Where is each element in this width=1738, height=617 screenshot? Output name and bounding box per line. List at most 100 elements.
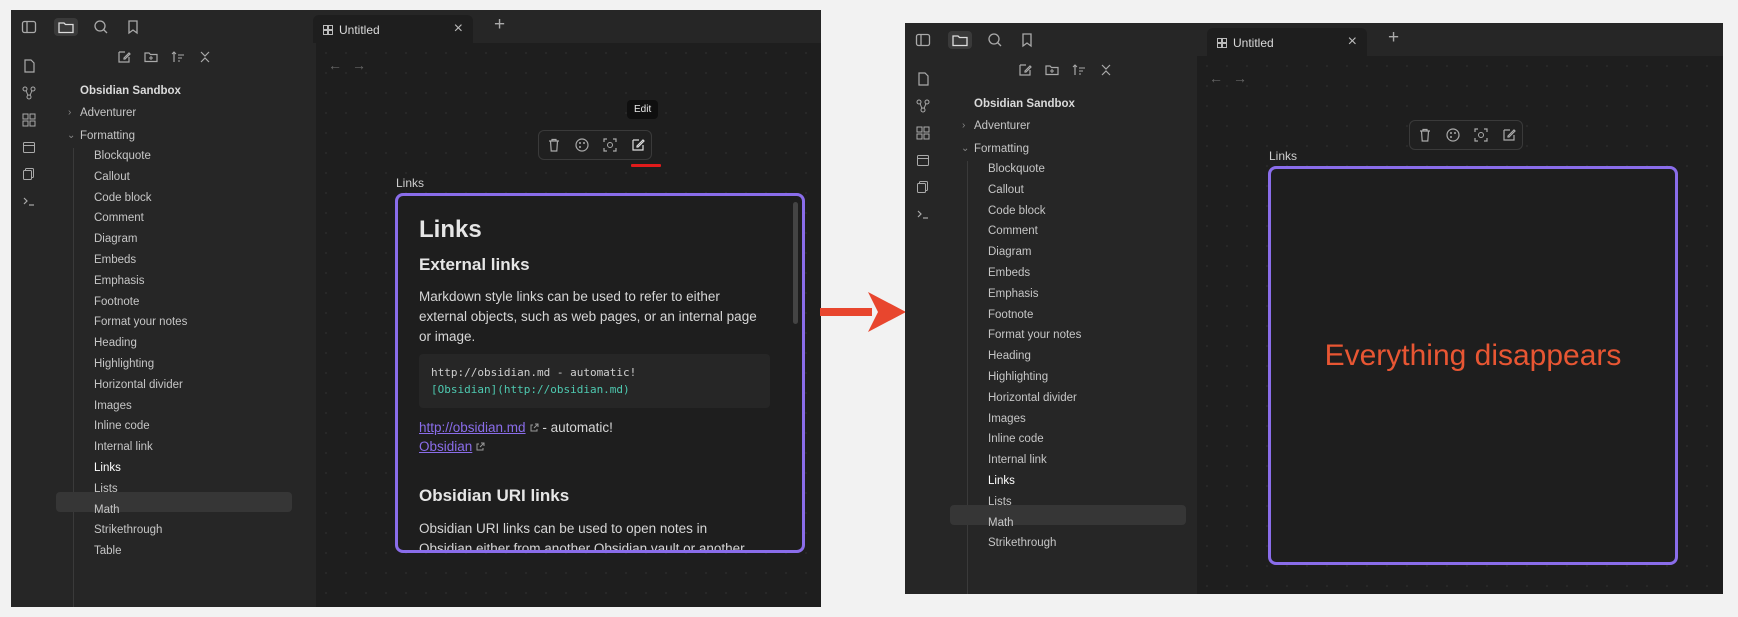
folder-adventurer[interactable]: Adventurer [974,120,1030,132]
tab-untitled[interactable]: Untitled × [313,15,473,44]
canvas-icon[interactable] [915,125,931,141]
edit-icon[interactable] [629,136,647,154]
templates-icon[interactable] [915,179,931,195]
sidebar-toggle-icon[interactable] [914,31,932,49]
file-item[interactable]: Embeds [94,254,136,266]
file-item[interactable]: Callout [94,171,130,183]
folder-icon[interactable] [54,18,78,36]
new-folder-icon[interactable] [143,49,159,65]
node-toolbar [1409,120,1523,150]
file-item[interactable]: Math [94,504,120,516]
file-item[interactable]: Diagram [988,246,1031,258]
command-palette-icon[interactable] [915,206,931,222]
command-palette-icon[interactable] [21,193,37,209]
edit-icon[interactable] [1500,126,1518,144]
sort-icon[interactable] [170,49,186,65]
close-icon[interactable]: × [1348,33,1357,51]
trash-icon[interactable] [1416,126,1434,144]
file-item[interactable]: Horizontal divider [988,392,1077,404]
folder-icon[interactable] [948,31,972,49]
file-item[interactable]: Emphasis [988,288,1039,300]
file-item[interactable]: Lists [988,496,1012,508]
file-item[interactable]: Callout [988,184,1024,196]
open-quick-switcher-icon[interactable] [915,71,931,87]
file-item[interactable]: Diagram [94,233,137,245]
collapse-all-icon[interactable] [1098,62,1114,78]
file-item[interactable]: Heading [988,350,1031,362]
forward-arrow-icon[interactable]: → [352,57,366,73]
file-item[interactable]: Lists [94,483,118,495]
collapse-all-icon[interactable] [197,49,213,65]
external-link[interactable]: Obsidian [419,439,472,454]
new-tab-icon[interactable]: + [1388,27,1399,49]
chevron-down-icon: ⌄ [961,143,970,154]
scrollbar[interactable] [793,202,798,324]
folder-formatting[interactable]: Formatting [974,143,1029,155]
palette-icon[interactable] [573,136,591,154]
open-quick-switcher-icon[interactable] [21,58,37,74]
vault-name: Obsidian Sandbox [80,85,181,97]
file-item[interactable]: Highlighting [988,371,1048,383]
file-item[interactable]: Format your notes [94,316,187,328]
file-item[interactable]: Comment [94,212,144,224]
file-item[interactable]: Links [94,462,121,474]
folder-formatting[interactable]: Formatting [80,130,135,142]
file-item[interactable]: Strikethrough [988,537,1056,549]
tab-untitled[interactable]: Untitled × [1207,28,1367,57]
file-item[interactable]: Heading [94,337,137,349]
back-arrow-icon[interactable]: ← [1209,70,1223,86]
file-item[interactable]: Blockquote [94,150,151,162]
file-item[interactable]: Images [94,400,132,412]
note-card[interactable]: Links External links Markdown style link… [395,193,805,553]
canvas-icon[interactable] [21,112,37,128]
search-icon[interactable] [986,31,1004,49]
new-folder-icon[interactable] [1044,62,1060,78]
file-item[interactable]: Internal link [94,441,153,453]
sidebar-toggle-icon[interactable] [20,18,38,36]
file-item[interactable]: Code block [94,192,152,204]
file-item[interactable]: Links [988,475,1015,487]
file-item[interactable]: Horizontal divider [94,379,183,391]
sort-icon[interactable] [1071,62,1087,78]
templates-icon[interactable] [21,166,37,182]
file-item[interactable]: Footnote [988,309,1033,321]
graph-view-icon[interactable] [915,98,931,114]
file-item[interactable]: Highlighting [94,358,154,370]
file-item[interactable]: Table [94,545,122,557]
note-card-empty[interactable]: Everything disappears [1268,166,1678,565]
file-item[interactable]: Footnote [94,296,139,308]
daily-note-icon[interactable] [915,152,931,168]
file-item[interactable]: Emphasis [94,275,145,287]
file-item[interactable]: Strikethrough [94,524,162,536]
file-item[interactable]: Images [988,413,1026,425]
new-note-icon[interactable] [116,49,132,65]
link-suffix: - automatic! [538,420,613,435]
file-item[interactable]: Inline code [94,420,150,432]
palette-icon[interactable] [1444,126,1462,144]
note-heading: Links [419,216,482,243]
back-arrow-icon[interactable]: ← [328,57,342,73]
file-item[interactable]: Math [988,517,1014,529]
forward-arrow-icon[interactable]: → [1233,70,1247,86]
folder-adventurer[interactable]: Adventurer [80,107,136,119]
file-item[interactable]: Inline code [988,433,1044,445]
bookmark-icon[interactable] [124,18,142,36]
file-item[interactable]: Format your notes [988,329,1081,341]
file-item[interactable]: Internal link [988,454,1047,466]
graph-view-icon[interactable] [21,85,37,101]
file-item[interactable]: Blockquote [988,163,1045,175]
new-tab-icon[interactable]: + [494,14,505,36]
close-icon[interactable]: × [454,20,463,38]
trash-icon[interactable] [545,136,563,154]
new-note-icon[interactable] [1017,62,1033,78]
selected-highlight [950,505,1186,525]
file-item[interactable]: Code block [988,205,1046,217]
daily-note-icon[interactable] [21,139,37,155]
file-item[interactable]: Comment [988,225,1038,237]
search-icon[interactable] [92,18,110,36]
external-link[interactable]: http://obsidian.md [419,420,526,435]
file-item[interactable]: Embeds [988,267,1030,279]
zoom-to-fit-icon[interactable] [1472,126,1490,144]
bookmark-icon[interactable] [1018,31,1036,49]
zoom-to-fit-icon[interactable] [601,136,619,154]
